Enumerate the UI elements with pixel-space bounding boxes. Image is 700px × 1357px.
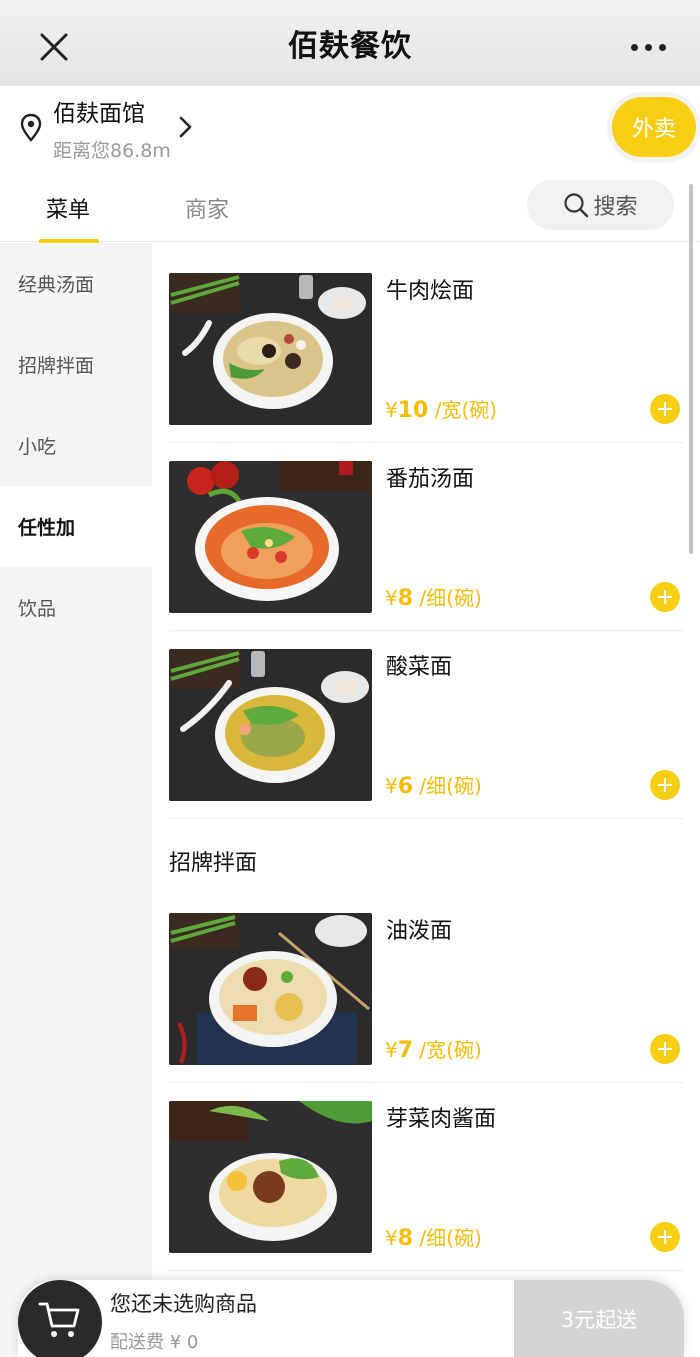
shopping-cart-icon [38, 1302, 80, 1337]
takeout-button[interactable]: 外卖 [612, 97, 696, 157]
category-item[interactable]: 小吃 [0, 405, 152, 486]
add-to-cart-button[interactable] [650, 770, 680, 800]
minimum-order-button[interactable]: 3元起送 [514, 1280, 684, 1357]
shop-name: 佰麸面馆 [53, 101, 145, 127]
product-name: 酸菜面 [386, 655, 453, 680]
nav-bar: 佰麸餐饮 [0, 0, 700, 86]
add-to-cart-button[interactable] [650, 1222, 680, 1252]
page-title: 佰麸餐饮 [288, 29, 412, 64]
product-card[interactable]: 牛肉烩面 ¥10 /宽(碗) [153, 243, 700, 443]
category-sidebar: 经典汤面 招牌拌面 小吃 任性加 饮品 [0, 243, 152, 1357]
product-card[interactable]: 酸菜面 ¥6 /细(碗) [153, 631, 700, 819]
delivery-fee: 配送费 ¥ 0 [110, 1332, 199, 1353]
divider [169, 1270, 683, 1271]
product-price: ¥10 /宽(碗) [385, 398, 498, 423]
category-item[interactable]: 经典汤面 [0, 243, 152, 324]
product-image [169, 913, 372, 1065]
product-card[interactable]: 芽菜肉酱面 ¥8 /细(碗) [153, 1083, 700, 1271]
product-image [169, 273, 372, 425]
product-card[interactable]: 番茄汤面 ¥8 /细(碗) [153, 443, 700, 631]
product-name: 芽菜肉酱面 [386, 1107, 497, 1132]
product-price: ¥6 /细(碗) [385, 774, 482, 799]
search-label: 搜索 [593, 195, 638, 220]
search-icon [564, 193, 589, 218]
add-to-cart-button[interactable] [650, 1034, 680, 1064]
product-list: 牛肉烩面 ¥10 /宽(碗) 番茄汤面 ¥8 /细(碗) 酸菜面 ¥6 /细(碗… [153, 243, 700, 1357]
add-to-cart-button[interactable] [650, 394, 680, 424]
product-price: ¥8 /细(碗) [385, 1226, 482, 1251]
category-item[interactable]: 招牌拌面 [0, 324, 152, 405]
product-name: 牛肉烩面 [386, 279, 475, 304]
tab-bar: 菜单 商家 搜索 [0, 176, 700, 244]
divider [169, 818, 683, 819]
cart-bar: 您还未选购商品 配送费 ¥ 0 3元起送 [18, 1280, 684, 1357]
product-image [169, 461, 372, 613]
add-to-cart-button[interactable] [650, 582, 680, 612]
location-pin-icon [20, 113, 42, 142]
product-image [169, 649, 372, 801]
shop-header[interactable]: 佰麸面馆 距离您86.8m 外卖 [0, 86, 700, 176]
more-icon[interactable] [631, 44, 666, 51]
tab-menu[interactable]: 菜单 [46, 192, 90, 224]
product-name: 油泼面 [386, 919, 453, 944]
product-image [169, 1101, 372, 1253]
category-item[interactable]: 饮品 [0, 567, 152, 648]
tab-merchant[interactable]: 商家 [185, 192, 229, 224]
product-price: ¥7 /宽(碗) [385, 1038, 482, 1063]
search-button[interactable]: 搜索 [527, 180, 674, 230]
category-item-active[interactable]: 任性加 [0, 486, 152, 567]
product-card[interactable]: 油泼面 ¥7 /宽(碗) [153, 895, 700, 1083]
product-price: ¥8 /细(碗) [385, 586, 482, 611]
shop-distance: 距离您86.8m [53, 140, 171, 162]
cart-status-text: 您还未选购商品 [110, 1292, 257, 1316]
cart-button[interactable] [18, 1280, 102, 1357]
chevron-right-icon[interactable] [177, 114, 195, 140]
product-name: 番茄汤面 [386, 467, 475, 492]
close-icon[interactable] [34, 27, 74, 67]
section-title: 招牌拌面 [169, 851, 258, 876]
